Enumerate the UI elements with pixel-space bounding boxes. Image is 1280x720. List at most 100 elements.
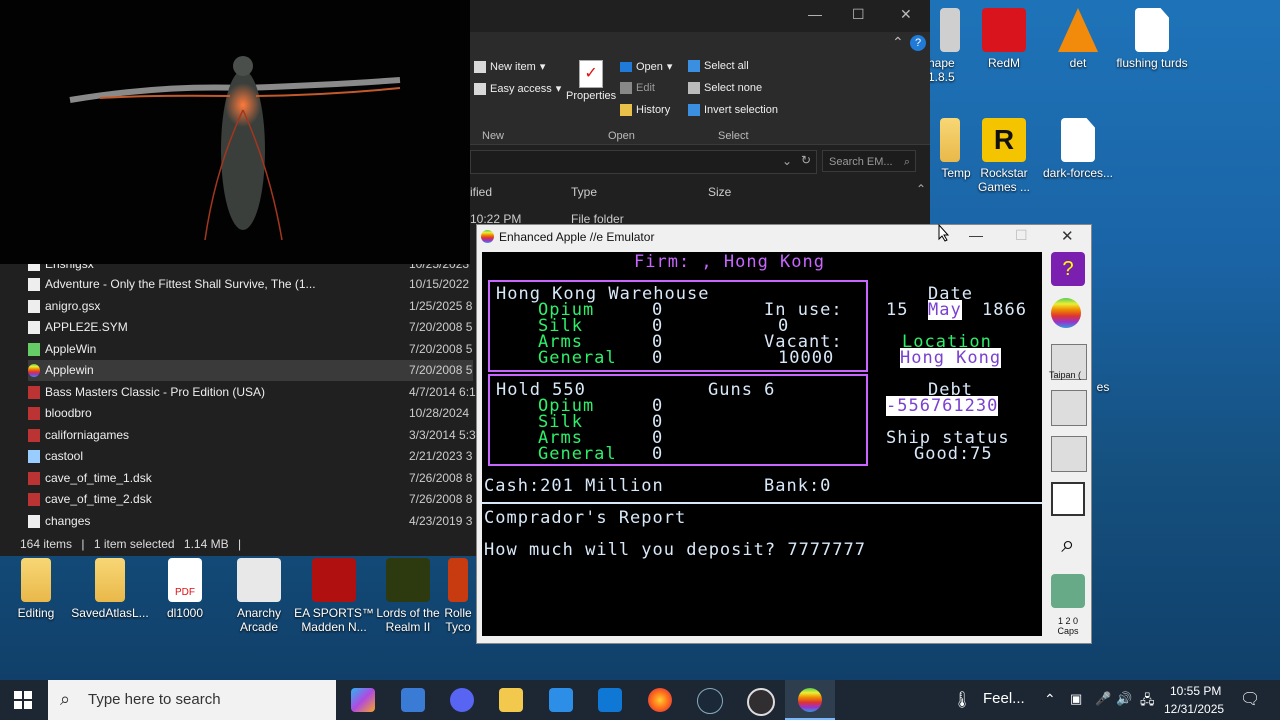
desktop-icon-redm[interactable]: RedM [964, 8, 1044, 70]
invert-selection-button[interactable]: Invert selection [688, 104, 778, 116]
drive2-button[interactable] [1051, 390, 1087, 426]
file-date: 7/20/2008 5 [409, 320, 473, 334]
selection-count: 1 item selected [93, 537, 175, 551]
desktop-icon-partial[interactable]: es [1088, 380, 1118, 394]
open-button[interactable]: Open ▾ [620, 60, 672, 73]
maximize-icon[interactable]: ☐ [852, 6, 865, 23]
task-view-icon[interactable] [401, 688, 425, 712]
chevron-up-icon[interactable]: ⌃ [1044, 691, 1056, 708]
apple-emulator-window[interactable]: Enhanced Apple //e Emulator — ☐ ✕ Firm: … [476, 224, 1092, 644]
network-icon[interactable]: 🖧 [1140, 691, 1155, 713]
file-name: californiagames [45, 428, 130, 442]
windows-logo-quad [24, 701, 32, 709]
list-item[interactable]: changes 4/23/2019 3 [28, 511, 473, 532]
desktop-icon-savedatlas[interactable]: SavedAtlasL... [70, 558, 150, 620]
select-none-button[interactable]: Select none [688, 82, 762, 94]
minimize-icon[interactable]: — [808, 6, 822, 22]
desktop-icon-rollercoaster[interactable]: Rolle Tyco [440, 558, 476, 634]
list-item[interactable]: bloodbro 10/28/2024 [28, 403, 473, 424]
swap-drives-button[interactable] [1051, 436, 1087, 472]
history-button[interactable]: History [620, 104, 670, 116]
copilot-icon[interactable] [351, 688, 375, 712]
properties-label: Properties [566, 90, 617, 102]
hold-good: General [538, 444, 617, 464]
close-icon[interactable]: ✕ [900, 6, 912, 23]
divider: | [81, 537, 85, 551]
folder-icon [95, 558, 125, 602]
file-date: 7/20/2008 5 [409, 342, 473, 356]
column-type[interactable]: Type [571, 185, 597, 199]
refresh-icon[interactable]: ↻ [801, 153, 811, 167]
desktop-icon-label: flushing turds [1116, 56, 1188, 70]
search-input[interactable]: Search EM... ⌕ [822, 150, 916, 172]
obs-icon[interactable] [747, 688, 775, 716]
list-item-selected[interactable]: Applewin 7/20/2008 5 [28, 360, 473, 381]
emulator-screen[interactable]: Firm: , Hong Kong Hong Kong Warehouse Op… [482, 252, 1042, 636]
list-item[interactable]: cave_of_time_2.dsk 7/26/2008 8 [28, 489, 473, 510]
help-icon[interactable]: ? [910, 35, 926, 51]
run-button[interactable] [1051, 298, 1085, 332]
microphone-icon[interactable]: 🎤 [1095, 691, 1111, 707]
taskbar-search-input[interactable]: ⌕ Type here to search [48, 680, 336, 720]
fullscreen-button[interactable] [1051, 482, 1085, 516]
mouse-cursor-icon [938, 224, 950, 242]
scroll-up-icon[interactable]: ⌃ [916, 182, 926, 196]
list-item[interactable]: Bass Masters Classic - Pro Edition (USA)… [28, 382, 476, 403]
list-item[interactable]: cave_of_time_1.dsk 7/26/2008 8 [28, 468, 473, 489]
volume-icon[interactable]: 🔊 [1116, 691, 1132, 707]
desktop-icon-anarchy-arcade[interactable]: Anarchy Arcade [219, 558, 299, 634]
vacant-value: 10000 [778, 348, 835, 368]
list-item[interactable]: californiagames 3/3/2014 5:3 [28, 425, 476, 446]
applewin-taskbar-item[interactable] [785, 680, 835, 720]
debugger-button[interactable]: ⌕ [1051, 528, 1085, 562]
desktop-icon-editing[interactable]: Editing [0, 558, 76, 620]
select-all-button[interactable]: Select all [688, 60, 749, 72]
address-bar[interactable]: ⌄ ↻ [470, 150, 817, 174]
desktop-icon-dl1000[interactable]: PDF dl1000 [145, 558, 225, 620]
desktop-icon-flushing-turds[interactable]: flushing turds [1112, 8, 1192, 70]
edit-button[interactable]: Edit [620, 82, 655, 94]
column-modified[interactable]: ified [470, 185, 492, 199]
discord-icon[interactable] [450, 688, 474, 712]
chevron-down-icon[interactable]: ⌄ [782, 154, 792, 168]
weather-icon[interactable]: 🌡 [952, 690, 972, 710]
media-player-window[interactable] [0, 0, 470, 264]
notification-icon[interactable]: 🗨 [1240, 689, 1260, 709]
steam-icon[interactable] [697, 688, 723, 714]
desktop-icon-dark-forces[interactable]: dark-forces... [1038, 118, 1118, 180]
firefox-icon[interactable] [648, 688, 672, 712]
list-item[interactable]: anigro.gsx 1/25/2025 8 [28, 296, 473, 317]
select-none-label: Select none [704, 82, 763, 94]
close-icon[interactable]: ✕ [1061, 227, 1074, 245]
store-icon[interactable] [549, 688, 573, 712]
list-item[interactable]: APPLE2E.SYM 7/20/2008 5 [28, 317, 473, 338]
start-button[interactable] [14, 691, 32, 709]
column-size[interactable]: Size [708, 185, 731, 199]
list-item[interactable]: AppleWin 7/20/2008 5 [28, 339, 473, 360]
list-item[interactable]: castool 2/21/2023 3 [28, 446, 473, 467]
desktop-icon-label: Anarchy Arcade [236, 606, 282, 634]
file-date: 7/26/2008 8 [409, 492, 473, 506]
desktop-icon-det[interactable]: det [1038, 8, 1118, 70]
outlook-icon[interactable] [598, 688, 622, 712]
date-month: May [928, 300, 962, 320]
explorer-titlebar: — ☐ ✕ [470, 0, 930, 32]
help-button[interactable]: ? [1051, 252, 1085, 286]
new-item-button[interactable]: New item ▾ [474, 60, 545, 73]
minimize-icon[interactable]: — [969, 227, 983, 243]
desktop-icon-lords-realm[interactable]: Lords of the Realm II [368, 558, 448, 634]
list-item[interactable]: Adventure - Only the Fittest Shall Survi… [28, 274, 473, 295]
desktop-icon-madden[interactable]: EA SPORTS™ Madden N... [294, 558, 374, 634]
desktop-icon-rockstar[interactable]: R Rockstar Games ... [964, 118, 1044, 194]
weather-text[interactable]: Feel... [983, 690, 1025, 707]
clock-time[interactable]: 10:55 PM [1170, 684, 1221, 698]
properties-button[interactable]: ✓ Properties [566, 60, 616, 102]
easy-access-button[interactable]: Easy access ▾ [474, 82, 561, 95]
ribbon-collapse-icon[interactable]: ⌃ [892, 34, 904, 51]
file-explorer-icon[interactable] [499, 688, 523, 712]
maximize-icon[interactable]: ☐ [1015, 227, 1028, 244]
device-icon[interactable]: ▣ [1070, 691, 1082, 707]
settings-button[interactable] [1051, 574, 1085, 608]
clock-date[interactable]: 12/31/2025 [1164, 702, 1224, 716]
deposit-prompt[interactable]: How much will you deposit? 7777777 [484, 540, 866, 560]
